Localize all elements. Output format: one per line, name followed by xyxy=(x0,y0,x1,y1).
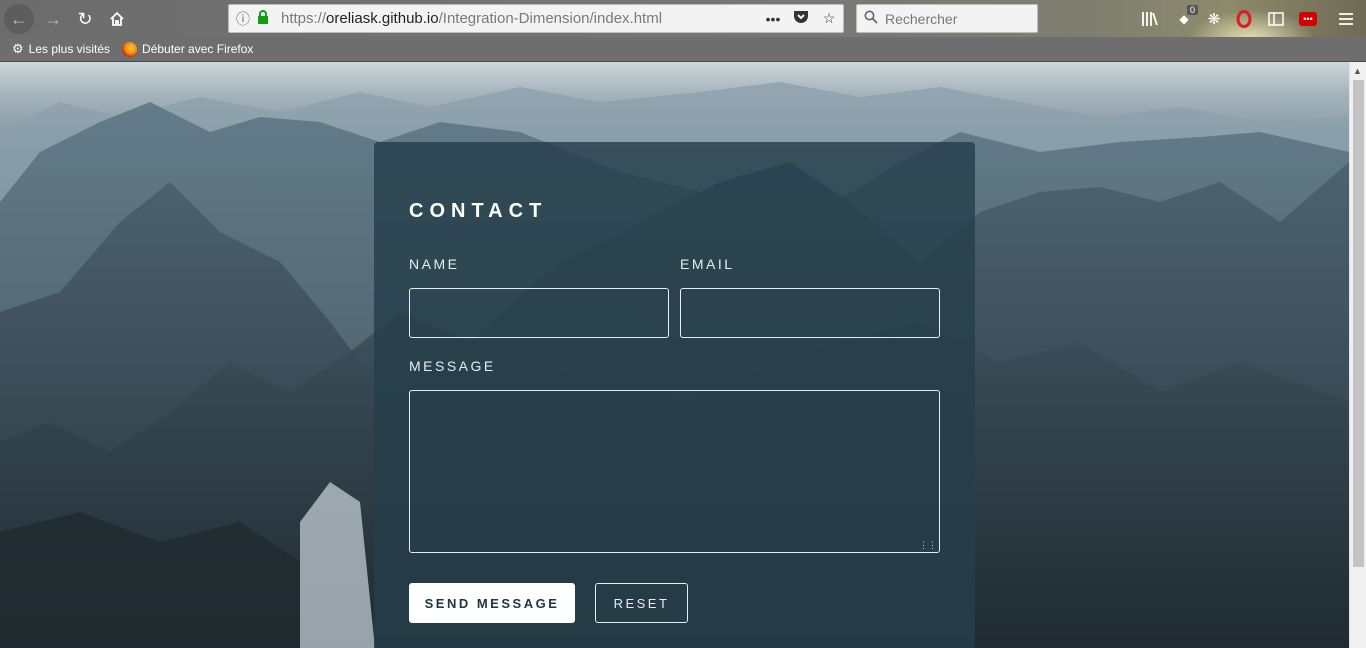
more-dots-icon: ••• xyxy=(1299,12,1317,26)
message-textarea[interactable]: ⋮⋮ xyxy=(409,390,940,553)
contact-form-panel: CONTACT NAME EMAIL MESSAGE ⋮⋮ SEND MESSA… xyxy=(374,142,975,648)
bookmark-label: Les plus visités xyxy=(28,42,111,56)
menu-icon[interactable] xyxy=(1334,7,1358,31)
lock-icon xyxy=(257,10,275,27)
info-icon[interactable]: ⓘ xyxy=(229,9,257,29)
bookmark-label: Débuter avec Firefox xyxy=(142,42,254,56)
back-button[interactable]: ← xyxy=(4,4,34,34)
arrow-left-icon: ← xyxy=(10,8,28,29)
bookmark-star-icon[interactable]: ☆ xyxy=(815,10,843,27)
red-extension-icon[interactable]: ••• xyxy=(1296,7,1320,31)
search-bar[interactable]: Rechercher xyxy=(856,4,1038,33)
message-label: MESSAGE xyxy=(409,358,496,374)
library-icon[interactable] xyxy=(1138,7,1162,31)
extension-badge: 0 xyxy=(1186,5,1198,15)
pocket-icon[interactable] xyxy=(787,10,815,27)
bookmarks-bar: ⚙ Les plus visités Débuter avec Firefox xyxy=(0,37,1366,61)
extension-gear-icon[interactable]: ❋ xyxy=(1202,7,1226,31)
home-icon xyxy=(110,11,124,26)
opera-icon[interactable] xyxy=(1232,7,1256,31)
url-text[interactable]: https://oreliask.github.io/Integration-D… xyxy=(281,10,759,27)
send-message-button[interactable]: SEND MESSAGE xyxy=(409,583,575,623)
reload-button[interactable]: ↻ xyxy=(70,4,100,34)
extension-counter-icon[interactable]: ◆ 0 xyxy=(1172,5,1198,31)
page-actions-icon[interactable]: ••• xyxy=(759,11,787,27)
page-viewport: CONTACT NAME EMAIL MESSAGE ⋮⋮ SEND MESSA… xyxy=(0,62,1349,648)
home-button[interactable] xyxy=(102,4,132,34)
reset-button[interactable]: RESET xyxy=(595,583,688,623)
address-bar[interactable]: ⓘ https://oreliask.github.io/Integration… xyxy=(228,4,844,33)
sidebar-icon[interactable] xyxy=(1264,7,1288,31)
contact-title: CONTACT xyxy=(409,200,548,222)
search-placeholder: Rechercher xyxy=(885,10,958,27)
email-label: EMAIL xyxy=(680,256,735,272)
search-icon xyxy=(857,10,885,27)
name-label: NAME xyxy=(409,256,460,272)
scroll-up-icon[interactable]: ▲ xyxy=(1353,66,1362,76)
name-input[interactable] xyxy=(409,288,669,338)
browser-toolbar: ← → ↻ ⓘ https://oreliask.github.io/Integ… xyxy=(0,0,1366,61)
scrollbar-thumb[interactable] xyxy=(1353,80,1364,567)
email-input[interactable] xyxy=(680,288,940,338)
resize-grip-icon[interactable]: ⋮⋮ xyxy=(919,541,937,550)
bookmark-most-visited[interactable]: ⚙ Les plus visités xyxy=(12,41,110,57)
arrow-right-icon: → xyxy=(44,8,62,29)
bookmark-getting-started[interactable]: Débuter avec Firefox xyxy=(122,41,254,57)
reload-icon: ↻ xyxy=(77,8,93,29)
gear-icon: ⚙ xyxy=(12,41,24,56)
vertical-scrollbar[interactable]: ▲ xyxy=(1349,62,1366,648)
forward-button[interactable]: → xyxy=(38,4,68,34)
firefox-icon xyxy=(122,41,138,57)
